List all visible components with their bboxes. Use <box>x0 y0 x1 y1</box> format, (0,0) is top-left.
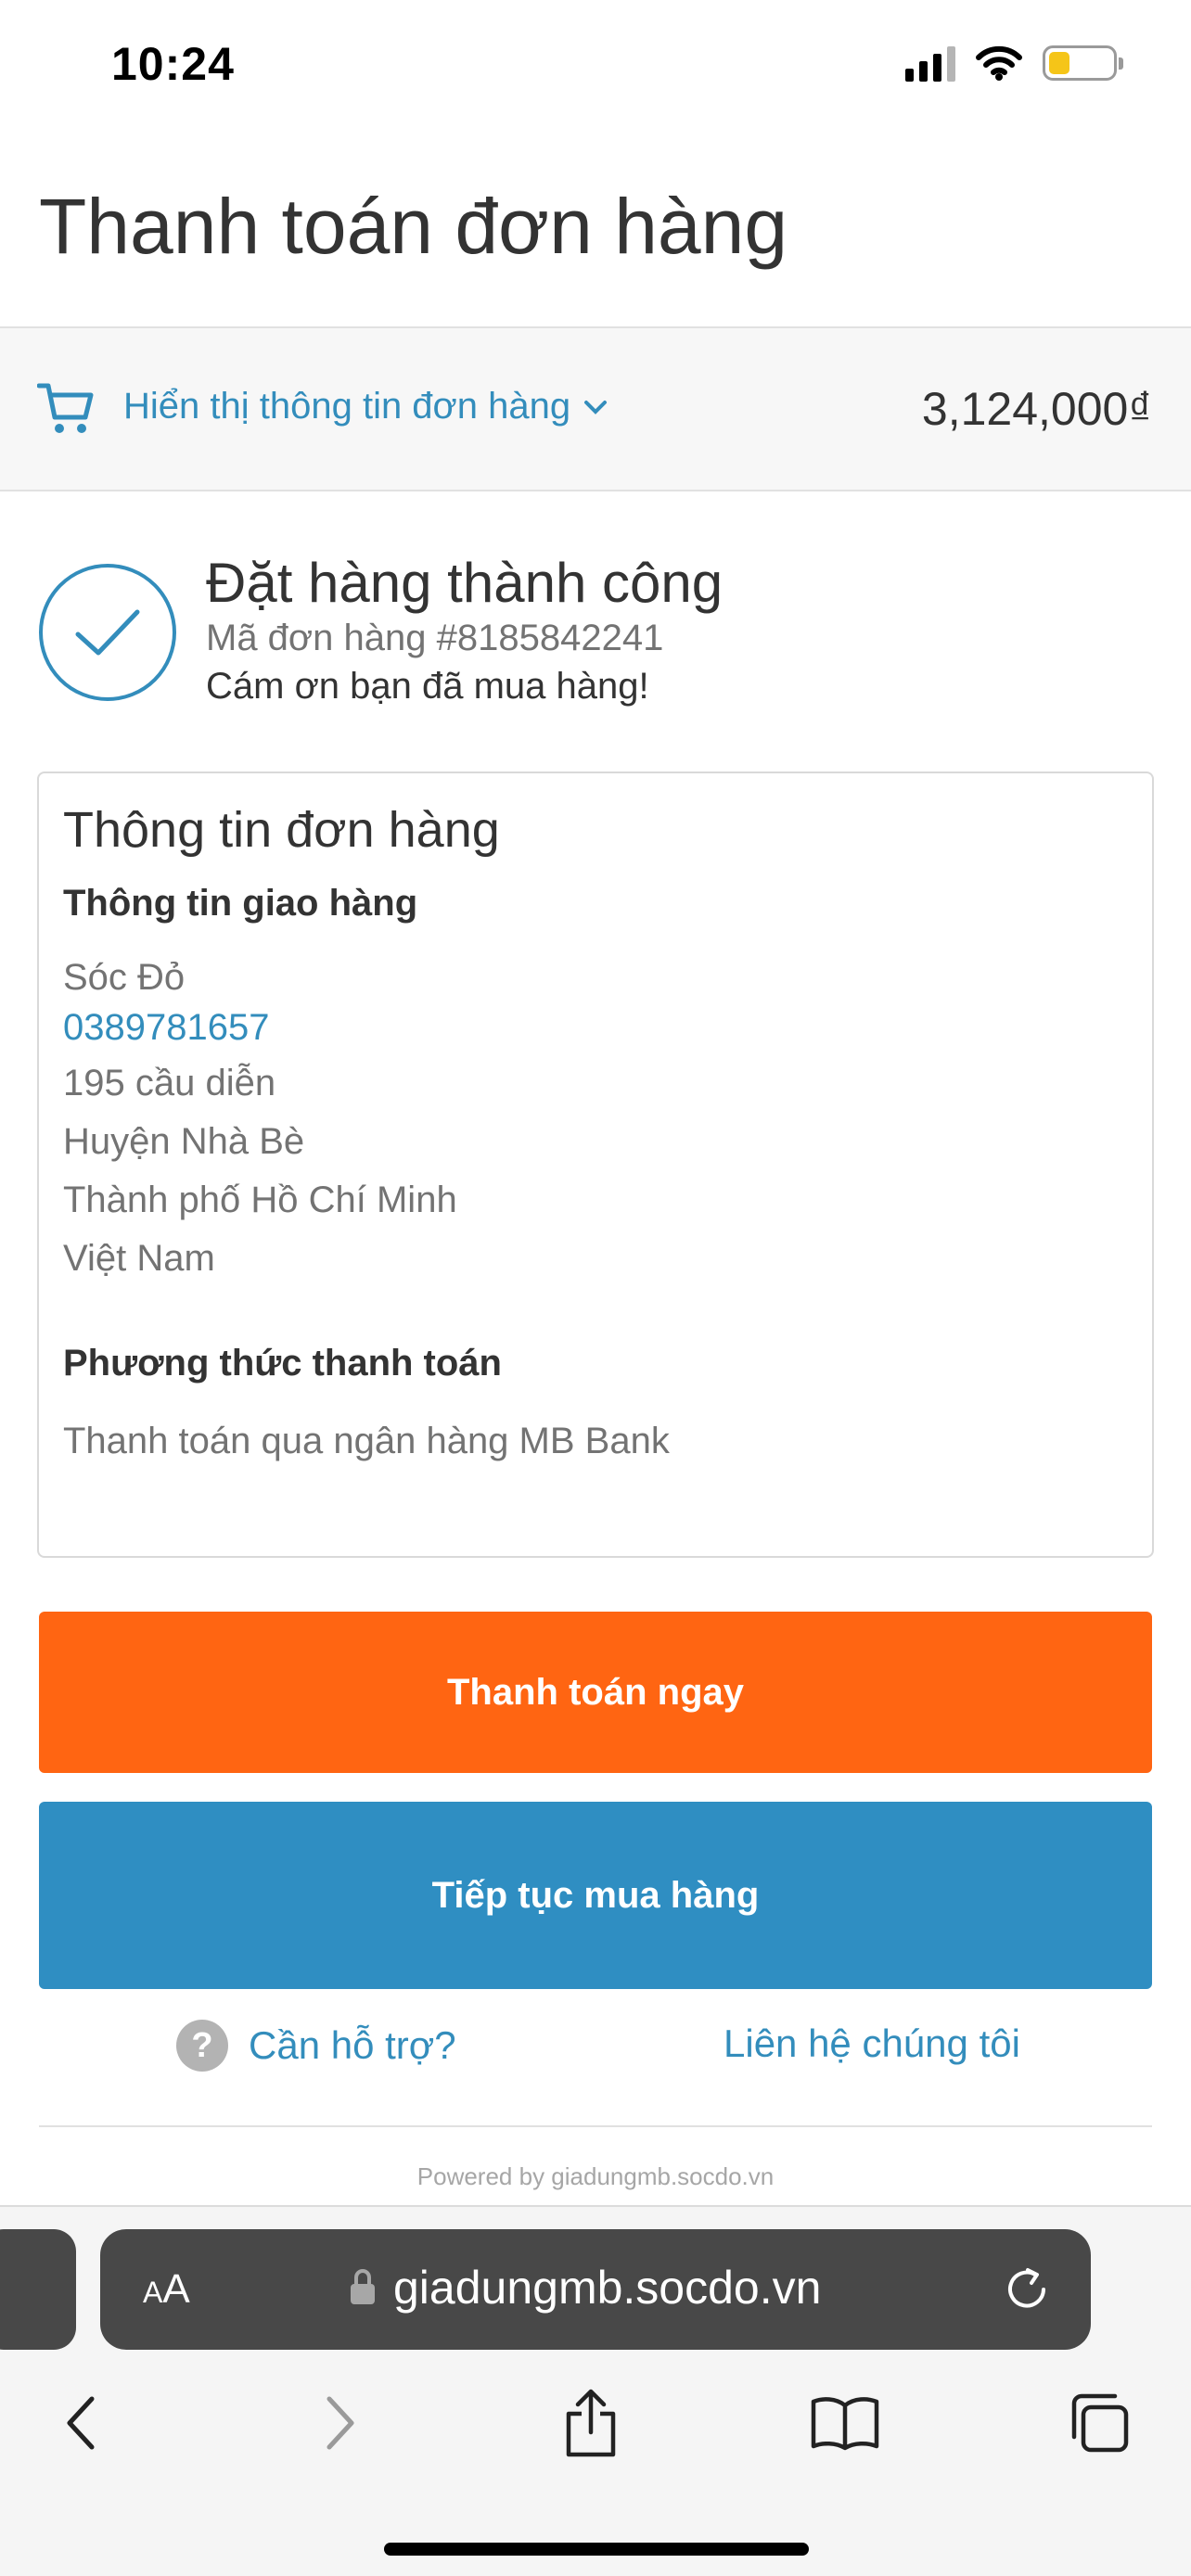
customer-phone[interactable]: 0389781657 <box>63 1007 269 1049</box>
payment-method-value: Thanh toán qua ngân hàng MB Bank <box>63 1421 670 1461</box>
battery-icon <box>1043 45 1123 81</box>
address-country: Việt Nam <box>63 1238 215 1279</box>
book-icon <box>811 2397 879 2451</box>
chevron-left-icon <box>67 2396 95 2450</box>
help-link[interactable]: ? Cần hỗ trợ? <box>176 2020 456 2072</box>
order-summary-bar: Hiển thị thông tin đơn hàng 3,124,000₫ <box>0 326 1191 491</box>
success-check-icon <box>39 564 176 701</box>
continue-shopping-button[interactable]: Tiếp tục mua hàng <box>39 1802 1152 1989</box>
url-text: giadungmb.socdo.vn <box>393 2262 822 2314</box>
status-icons <box>905 45 1123 82</box>
page-title: Thanh toán đơn hàng <box>39 183 788 270</box>
order-info-title: Thông tin đơn hàng <box>63 802 500 858</box>
home-indicator <box>384 2543 809 2556</box>
address-district: Huyện Nhà Bè <box>63 1121 305 1162</box>
address-city: Thành phố Hồ Chí Minh <box>63 1180 457 1220</box>
browser-toolbar <box>0 2381 1191 2493</box>
success-title: Đặt hàng thành công <box>206 552 724 614</box>
reload-icon[interactable] <box>1000 2263 1054 2316</box>
share-button[interactable] <box>549 2381 633 2465</box>
order-info-box: Thông tin đơn hàng Thông tin giao hàng S… <box>37 772 1154 1558</box>
contact-us-link[interactable]: Liên hệ chúng tôi <box>724 2021 1020 2066</box>
cart-icon <box>37 383 94 433</box>
customer-name: Sóc Đỏ <box>63 957 186 998</box>
address-bar[interactable]: AA giadungmb.socdo.vn <box>100 2229 1091 2350</box>
footer-divider <box>39 2125 1152 2127</box>
tabs-icon <box>1071 2393 1129 2453</box>
payment-method-heading: Phương thức thanh toán <box>63 1343 502 1384</box>
reader-text-size-button[interactable]: AA <box>143 2266 190 2313</box>
status-time: 10:24 <box>111 38 235 90</box>
wifi-icon <box>976 45 1022 81</box>
thank-you-message: Cám ơn bạn đã mua hàng! <box>206 666 649 707</box>
pay-now-button[interactable]: Thanh toán ngay <box>39 1612 1152 1773</box>
order-id: Mã đơn hàng #8185842241 <box>206 618 664 658</box>
previous-tab-preview[interactable] <box>0 2229 76 2350</box>
address-street: 195 cầu diễn <box>63 1063 276 1103</box>
question-icon: ? <box>176 2020 228 2072</box>
chevron-down-icon <box>584 400 608 414</box>
bookmarks-button[interactable] <box>803 2381 887 2465</box>
share-icon <box>566 2389 616 2457</box>
cellular-signal-icon <box>905 45 955 82</box>
order-toggle-label: Hiển thị thông tin đơn hàng <box>123 386 571 427</box>
tabs-button[interactable] <box>1057 2381 1141 2465</box>
browser-chrome: AA giadungmb.socdo.vn <box>0 2205 1191 2576</box>
help-label: Cần hỗ trợ? <box>249 2023 456 2067</box>
status-bar: 10:24 <box>0 0 1191 130</box>
order-total: 3,124,000₫ <box>921 383 1152 435</box>
lock-icon <box>351 2269 375 2308</box>
back-button[interactable] <box>39 2381 122 2465</box>
forward-button[interactable] <box>299 2381 382 2465</box>
show-order-info-toggle[interactable]: Hiển thị thông tin đơn hàng <box>123 386 608 427</box>
powered-by-text: Powered by giadungmb.socdo.vn <box>416 2162 775 2190</box>
chevron-right-icon <box>327 2396 354 2450</box>
shipping-info-heading: Thông tin giao hàng <box>63 883 418 924</box>
url-display[interactable]: giadungmb.socdo.vn <box>351 2261 821 2315</box>
